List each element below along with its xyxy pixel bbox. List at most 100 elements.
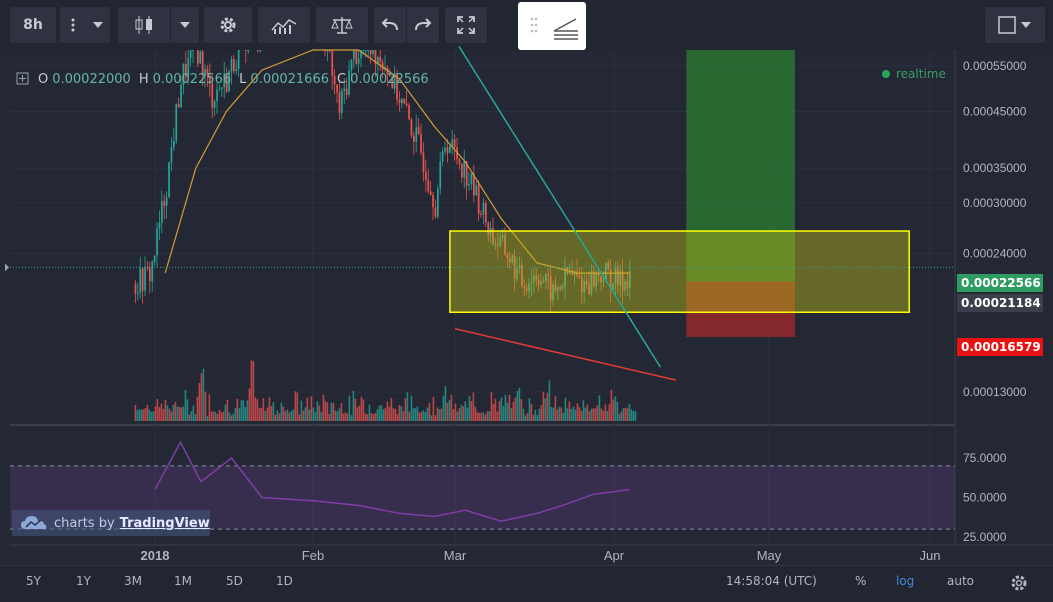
- realtime-dot-icon: [882, 70, 890, 78]
- candle-body: [485, 203, 487, 223]
- volume-bar: [578, 407, 581, 421]
- volume-bar: [620, 411, 623, 421]
- volume-bar: [152, 411, 155, 421]
- volume-bar: [284, 410, 287, 421]
- volume-bar: [556, 409, 559, 421]
- volume-bar: [306, 397, 309, 421]
- volume-bar: [512, 401, 515, 421]
- volume-bar: [478, 412, 481, 421]
- volume-bar: [508, 394, 511, 421]
- volume-bar: [274, 414, 277, 421]
- volume-bar: [574, 409, 577, 421]
- volume-bar: [420, 411, 423, 421]
- stop-price-tag: 0.00016579: [957, 338, 1043, 356]
- volume-bar: [254, 397, 257, 421]
- volume-bar: [592, 408, 595, 421]
- tradingview-watermark[interactable]: charts by TradingView: [12, 510, 210, 536]
- volume-bar: [354, 398, 357, 421]
- volume-bar: [572, 406, 575, 421]
- volume-bar: [480, 412, 483, 421]
- volume-bar: [136, 410, 139, 421]
- legend-high-value: 0.00022566: [152, 71, 232, 87]
- volume-bar: [600, 408, 603, 421]
- volume-bar: [440, 408, 443, 421]
- candle-body: [369, 50, 372, 55]
- candle-body: [449, 146, 451, 153]
- watermark-brand[interactable]: TradingView: [120, 516, 210, 531]
- volume-bar: [376, 409, 379, 421]
- range-box: [449, 230, 910, 314]
- candle-body: [365, 50, 367, 51]
- candle-body: [149, 267, 151, 282]
- rsi-tick-label: 50.0000: [963, 491, 1007, 505]
- candle-body: [446, 147, 449, 153]
- candle-body: [355, 50, 358, 64]
- watermark-prefix: charts by: [54, 515, 115, 531]
- volume-bar: [526, 413, 529, 421]
- volume-bar: [186, 399, 189, 421]
- range-5d-button[interactable]: 5D: [226, 574, 243, 588]
- candle-body: [158, 222, 161, 229]
- volume-bar: [194, 414, 197, 421]
- candle-body: [245, 50, 247, 51]
- volume-bar: [382, 409, 385, 421]
- volume-bar: [558, 406, 561, 421]
- volume-bar: [462, 406, 465, 421]
- volume-bar: [608, 404, 611, 421]
- volume-bar: [612, 399, 615, 421]
- percent-scale-toggle[interactable]: %: [855, 574, 866, 588]
- volume-bar: [146, 404, 149, 421]
- volume-bar: [422, 410, 425, 421]
- volume-bar: [408, 411, 411, 421]
- volume-bar: [410, 395, 413, 421]
- volume-bar: [426, 407, 429, 421]
- candle-body: [480, 213, 482, 215]
- candle-body: [257, 50, 259, 51]
- candle-body: [468, 184, 470, 186]
- range-3m-button[interactable]: 3M: [124, 574, 142, 588]
- volume-bar: [172, 404, 175, 421]
- volume-bar: [586, 404, 589, 421]
- volume-bar: [368, 404, 371, 421]
- volume-bar: [248, 388, 251, 421]
- volume-bar: [424, 412, 427, 421]
- volume-bar: [530, 403, 533, 421]
- volume-bar: [396, 414, 399, 421]
- range-1d-button[interactable]: 1D: [276, 574, 293, 588]
- legend-bar: O 0.00022000 H 0.00022566 L 0.00021666 C…: [16, 70, 429, 88]
- settings-icon[interactable]: [1010, 574, 1028, 592]
- volume-bar: [260, 407, 263, 421]
- candle-body: [180, 84, 182, 108]
- volume-bar: [390, 397, 393, 421]
- volume-bar: [196, 396, 199, 421]
- volume-bar: [370, 413, 373, 421]
- volume-bar: [326, 402, 329, 421]
- legend-open-value: 0.00022000: [52, 71, 131, 87]
- volume-bar: [228, 412, 231, 421]
- legend-toggle-icon[interactable]: [16, 72, 30, 86]
- log-scale-toggle[interactable]: log: [896, 574, 914, 588]
- volume-bar: [140, 409, 143, 421]
- volume-bar: [278, 413, 281, 421]
- volume-bar: [156, 398, 159, 421]
- volume-bar: [450, 394, 453, 421]
- volume-bar: [142, 409, 145, 421]
- volume-bar: [348, 395, 351, 421]
- volume-bar: [536, 415, 539, 421]
- volume-bar: [602, 410, 605, 421]
- volume-bar: [164, 400, 167, 421]
- volume-bar: [634, 410, 637, 421]
- auto-scale-toggle[interactable]: auto: [947, 574, 974, 588]
- volume-bar: [302, 410, 305, 421]
- volume-bar: [584, 407, 587, 421]
- range-5y-button[interactable]: 5Y: [26, 574, 41, 588]
- price-tick-label: 0.00013000: [963, 385, 1027, 399]
- range-1m-button[interactable]: 1M: [174, 574, 192, 588]
- range-1y-button[interactable]: 1Y: [76, 574, 91, 588]
- volume-bar: [180, 407, 183, 421]
- volume-bar: [616, 401, 619, 421]
- volume-bar: [562, 412, 565, 421]
- volume-bar: [626, 408, 629, 421]
- candle-body: [477, 185, 480, 214]
- volume-bar: [418, 412, 421, 421]
